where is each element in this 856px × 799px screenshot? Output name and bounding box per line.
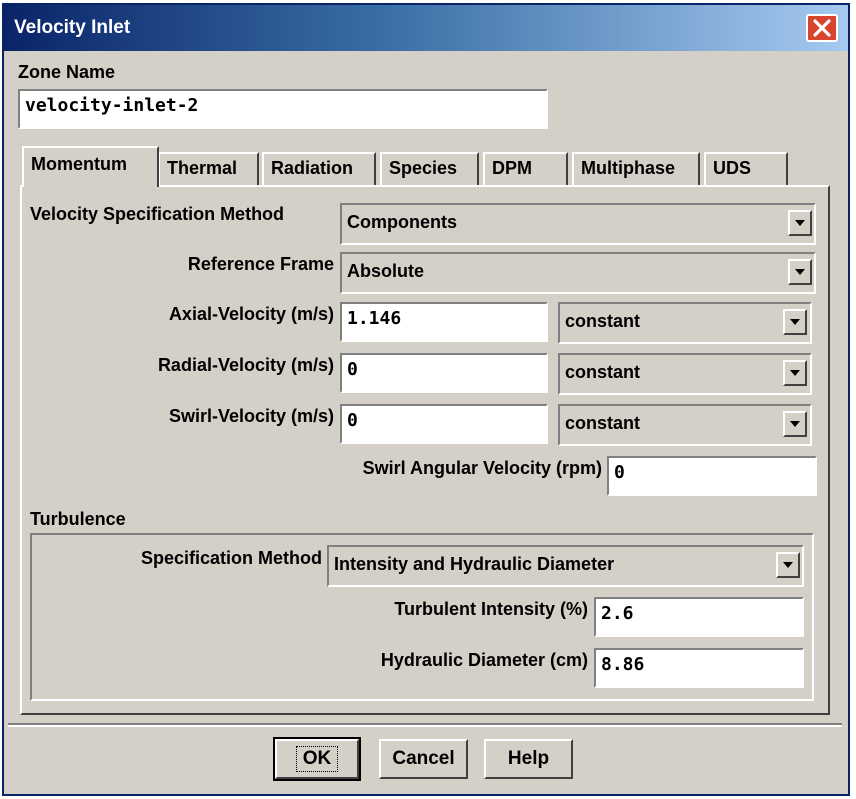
ok-button-label: OK bbox=[295, 746, 339, 772]
swirl-profile-value: constant bbox=[565, 413, 641, 433]
window-title: Velocity Inlet bbox=[14, 17, 131, 38]
chevron-down-icon bbox=[790, 421, 800, 427]
reference-frame-value: Absolute bbox=[347, 261, 425, 281]
axial-velocity-field[interactable]: 1.146 bbox=[340, 302, 548, 342]
help-button[interactable]: Help bbox=[484, 739, 573, 779]
tab-multiphase[interactable]: Multiphase bbox=[572, 152, 700, 185]
axial-velocity-label: Axial-Velocity (m/s) bbox=[168, 304, 334, 324]
hydraulic-diameter-field[interactable]: 8.86 bbox=[594, 648, 804, 688]
chevron-down-icon bbox=[783, 562, 793, 568]
cancel-button-label: Cancel bbox=[392, 748, 455, 769]
tab-momentum[interactable]: Momentum bbox=[22, 146, 159, 187]
swirl-angular-velocity-label: Swirl Angular Velocity (rpm) bbox=[362, 458, 602, 478]
velocity-spec-dropdown[interactable]: Components bbox=[340, 203, 816, 245]
zone-name-label: Zone Name bbox=[18, 62, 116, 82]
swirl-profile-dropdown-button[interactable] bbox=[783, 411, 807, 437]
radial-profile-dropdown[interactable]: constant bbox=[558, 353, 812, 395]
swirl-profile-dropdown[interactable]: constant bbox=[558, 404, 812, 446]
turbulence-spec-label: Specification Method bbox=[140, 548, 322, 568]
turbulent-intensity-field[interactable]: 2.6 bbox=[594, 597, 804, 637]
velocity-spec-dropdown-button[interactable] bbox=[788, 210, 812, 236]
swirl-angular-velocity-field[interactable]: 0 bbox=[607, 456, 817, 496]
hydraulic-diameter-label: Hydraulic Diameter (cm) bbox=[380, 650, 588, 670]
axial-profile-value: constant bbox=[565, 311, 641, 331]
velocity-spec-label: Velocity Specification Method bbox=[30, 204, 285, 224]
turbulence-heading: Turbulence bbox=[30, 509, 126, 529]
turbulence-spec-dropdown-button[interactable] bbox=[776, 552, 800, 578]
title-bar[interactable] bbox=[4, 5, 848, 51]
radial-profile-value: constant bbox=[565, 362, 641, 382]
chevron-down-icon bbox=[790, 319, 800, 325]
axial-profile-dropdown-button[interactable] bbox=[783, 309, 807, 335]
button-separator bbox=[8, 723, 842, 727]
velocity-spec-value: Components bbox=[347, 212, 457, 232]
chevron-down-icon bbox=[795, 220, 805, 226]
tab-thermal[interactable]: Thermal bbox=[158, 152, 259, 185]
tab-dpm[interactable]: DPM bbox=[483, 152, 568, 185]
zone-name-field[interactable]: velocity-inlet-2 bbox=[18, 89, 548, 129]
chevron-down-icon bbox=[790, 370, 800, 376]
turbulence-spec-value: Intensity and Hydraulic Diameter bbox=[334, 554, 615, 574]
axial-profile-dropdown[interactable]: constant bbox=[558, 302, 812, 344]
reference-frame-dropdown[interactable]: Absolute bbox=[340, 252, 816, 294]
radial-velocity-field[interactable]: 0 bbox=[340, 353, 548, 393]
chevron-down-icon bbox=[795, 269, 805, 275]
tab-radiation[interactable]: Radiation bbox=[262, 152, 376, 185]
close-icon bbox=[813, 19, 831, 37]
cancel-button[interactable]: Cancel bbox=[379, 739, 468, 779]
reference-frame-label: Reference Frame bbox=[187, 254, 334, 274]
turbulent-intensity-label: Turbulent Intensity (%) bbox=[394, 599, 588, 619]
help-button-label: Help bbox=[507, 748, 550, 769]
radial-velocity-label: Radial-Velocity (m/s) bbox=[157, 355, 334, 375]
radial-profile-dropdown-button[interactable] bbox=[783, 360, 807, 386]
turbulence-spec-dropdown[interactable]: Intensity and Hydraulic Diameter bbox=[327, 545, 804, 587]
ok-button[interactable]: OK bbox=[273, 737, 361, 781]
reference-frame-dropdown-button[interactable] bbox=[788, 259, 812, 285]
close-button[interactable] bbox=[806, 14, 838, 42]
swirl-velocity-label: Swirl-Velocity (m/s) bbox=[168, 406, 334, 426]
tab-species[interactable]: Species bbox=[380, 152, 479, 185]
swirl-velocity-field[interactable]: 0 bbox=[340, 404, 548, 444]
tab-uds[interactable]: UDS bbox=[704, 152, 788, 185]
